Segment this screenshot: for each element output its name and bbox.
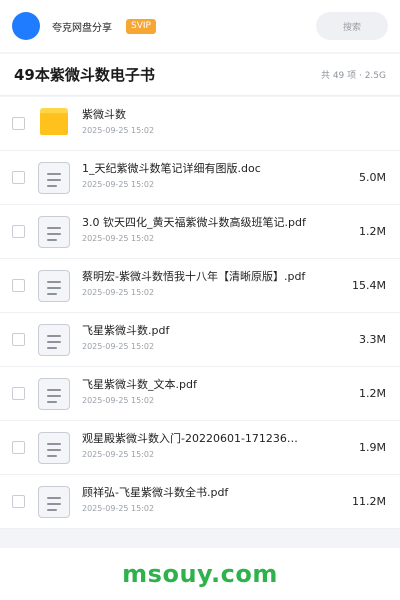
file-row[interactable]: 1_天纪紫微斗数笔记详细有图版.doc 2025-09-25 15:02 5.0M (0, 151, 400, 205)
file-list: 紫微斗数 2025-09-25 15:02 1_天纪紫微斗数笔记详细有图版.doc 2… (0, 97, 400, 529)
document-icon (38, 431, 70, 464)
file-date: 2025-09-25 15:02 (82, 180, 155, 189)
row-checkbox[interactable] (12, 171, 25, 184)
search-label: 搜索 (342, 22, 361, 33)
file-name[interactable]: 顾祥弘-飞星紫微斗数全书.pdf (82, 485, 312, 501)
file-size: 1.2M (359, 225, 386, 238)
brand-watermark: msouy.com (122, 560, 278, 588)
file-name[interactable]: 1_天纪紫微斗数笔记详细有图版.doc (82, 161, 312, 177)
document-icon (38, 377, 70, 410)
file-date: 2025-09-25 15:02 (82, 504, 155, 513)
file-date: 2025-09-25 15:02 (82, 288, 155, 297)
footer: msouy.com (0, 548, 400, 600)
file-size: 5.0M (359, 171, 386, 184)
document-icon (38, 215, 70, 248)
file-info: 飞星紫微斗数.pdf 2025-09-25 15:02 (82, 323, 312, 351)
file-row[interactable]: 飞星紫微斗数.pdf 2025-09-25 15:02 3.3M (0, 313, 400, 367)
file-name[interactable]: 3.0 钦天四化_黄天福紫微斗数高级班笔记.pdf (82, 215, 312, 231)
file-info: 3.0 钦天四化_黄天福紫微斗数高级班笔记.pdf 2025-09-25 15:0… (82, 215, 312, 243)
row-checkbox[interactable] (12, 441, 25, 454)
file-info: 顾祥弘-飞星紫微斗数全书.pdf 2025-09-25 15:02 (82, 485, 312, 513)
document-icon (38, 323, 70, 356)
file-size: 15.4M (352, 279, 386, 292)
row-checkbox[interactable] (12, 495, 25, 508)
file-info: 蔡明宏-紫微斗数悟我十八年【清晰原版】.pdf 2025-09-25 15:02 (82, 269, 312, 297)
document-icon (38, 269, 70, 302)
file-name[interactable]: 飞星紫微斗数.pdf (82, 323, 312, 339)
page-title: 49本紫微斗数电子书 (14, 66, 155, 84)
top-bar: 夸克网盘分享 SVIP 搜索 (0, 0, 400, 52)
file-date: 2025-09-25 15:02 (82, 126, 155, 135)
file-name[interactable]: 蔡明宏-紫微斗数悟我十八年【清晰原版】.pdf (82, 269, 312, 285)
file-row[interactable]: 顾祥弘-飞星紫微斗数全书.pdf 2025-09-25 15:02 11.2M (0, 475, 400, 529)
file-date: 2025-09-25 15:02 (82, 342, 155, 351)
file-size: 3.3M (359, 333, 386, 346)
folder-title-bar: 49本紫微斗数电子书 共 49 项 · 2.5G (0, 54, 400, 96)
file-info: 紫微斗数 2025-09-25 15:02 (82, 107, 312, 135)
file-row[interactable]: 蔡明宏-紫微斗数悟我十八年【清晰原版】.pdf 2025-09-25 15:02 1… (0, 259, 400, 313)
file-size: 11.2M (352, 495, 386, 508)
file-name[interactable]: 观星殿紫微斗数入门-20220601-171236… (82, 431, 312, 447)
row-checkbox[interactable] (12, 279, 25, 292)
file-info: 飞星紫微斗数_文本.pdf 2025-09-25 15:02 (82, 377, 312, 405)
folder-icon (40, 108, 68, 135)
row-checkbox[interactable] (12, 117, 25, 130)
file-row[interactable]: 3.0 钦天四化_黄天福紫微斗数高级班笔记.pdf 2025-09-25 15:0… (0, 205, 400, 259)
file-info: 观星殿紫微斗数入门-20220601-171236… 2025-09-25 15:… (82, 431, 312, 459)
avatar[interactable] (12, 12, 40, 40)
file-row[interactable]: 飞星紫微斗数_文本.pdf 2025-09-25 15:02 1.2M (0, 367, 400, 421)
document-icon (38, 161, 70, 194)
search-button[interactable]: 搜索 (316, 12, 388, 40)
file-date: 2025-09-25 15:02 (82, 450, 155, 459)
row-checkbox[interactable] (12, 225, 25, 238)
file-row[interactable]: 紫微斗数 2025-09-25 15:02 (0, 97, 400, 151)
file-size: 1.9M (359, 441, 386, 454)
file-size: 1.2M (359, 387, 386, 400)
file-info: 1_天纪紫微斗数笔记详细有图版.doc 2025-09-25 15:02 (82, 161, 312, 189)
file-row[interactable]: 观星殿紫微斗数入门-20220601-171236… 2025-09-25 15:… (0, 421, 400, 475)
file-date: 2025-09-25 15:02 (82, 234, 155, 243)
folder-meta: 共 49 项 · 2.5G (320, 71, 386, 81)
svip-badge: SVIP (126, 18, 156, 34)
document-icon (38, 485, 70, 518)
row-checkbox[interactable] (12, 387, 25, 400)
file-name[interactable]: 飞星紫微斗数_文本.pdf (82, 377, 312, 393)
file-date: 2025-09-25 15:02 (82, 396, 155, 405)
file-name[interactable]: 紫微斗数 (82, 107, 312, 123)
share-name: 夸克网盘分享 (52, 22, 112, 34)
row-checkbox[interactable] (12, 333, 25, 346)
